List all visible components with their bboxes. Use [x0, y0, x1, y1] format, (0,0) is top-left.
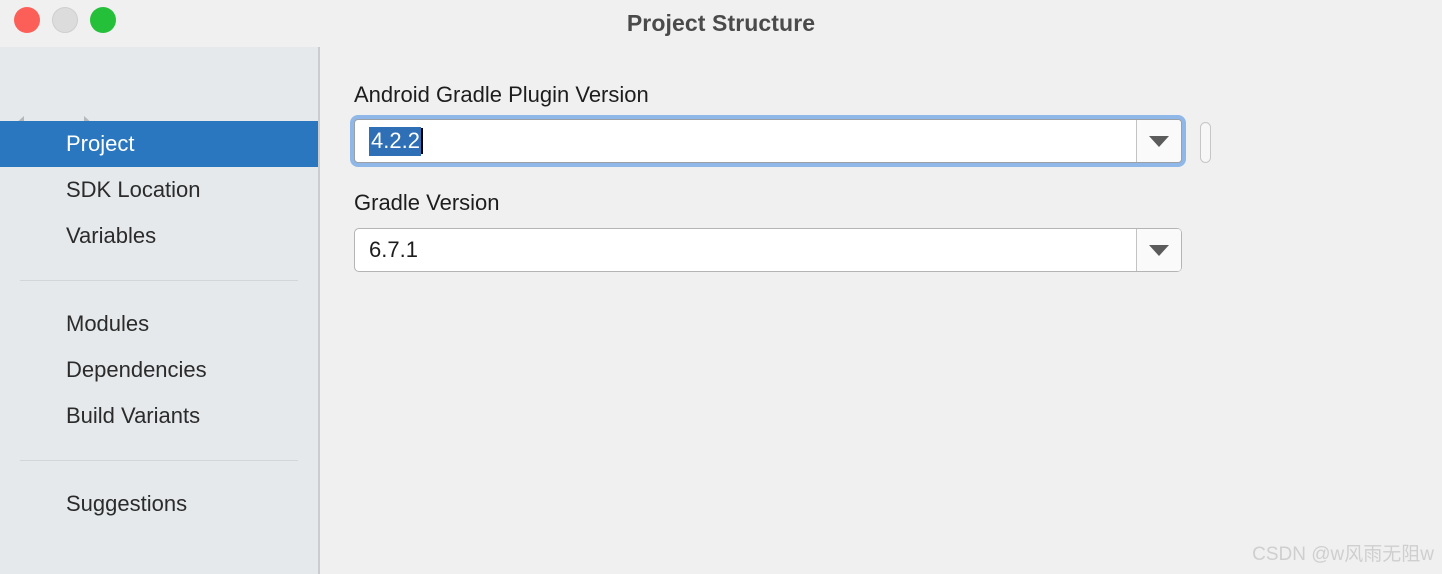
sidebar-item-label: Modules — [66, 311, 150, 336]
watermark-text: CSDN @w风雨无阻w — [1252, 544, 1434, 565]
sidebar-item-label: Project — [66, 131, 135, 156]
gradle-version-label: Gradle Version — [354, 190, 500, 215]
sidebar-item-label: SDK Location — [66, 177, 201, 202]
sidebar-item-label: Build Variants — [66, 403, 201, 428]
vertical-scrollbar[interactable] — [1200, 122, 1211, 163]
sidebar-item-suggestions[interactable]: Suggestions — [0, 481, 318, 527]
chevron-down-icon — [1149, 135, 1169, 147]
sidebar-item-label: Variables — [66, 223, 157, 248]
gradle-version-input[interactable]: 6.7.1 — [355, 229, 1136, 271]
selected-text: 4.2.2 — [369, 126, 421, 156]
gradle-version-dropdown-button[interactable] — [1136, 229, 1181, 271]
sidebar: Project SDK Location Variables Modules D… — [0, 47, 320, 574]
sidebar-item-project[interactable]: Project — [0, 121, 318, 167]
android-gradle-plugin-version-combobox[interactable]: 4.2.2 — [354, 119, 1182, 163]
android-gradle-plugin-version-input[interactable]: 4.2.2 — [355, 120, 1136, 162]
gradle-version-combobox[interactable]: 6.7.1 — [354, 228, 1182, 272]
navigation-toolbar — [0, 47, 318, 132]
sidebar-item-sdk-location[interactable]: SDK Location — [0, 167, 318, 213]
chevron-down-icon — [1149, 244, 1169, 256]
sidebar-divider — [20, 280, 298, 281]
android-gradle-plugin-version-label: Android Gradle Plugin Version — [354, 82, 649, 107]
android-gradle-plugin-version-dropdown-button[interactable] — [1136, 120, 1181, 162]
main-content: Android Gradle Plugin Version 4.2.2 Grad… — [322, 47, 1442, 574]
sidebar-item-build-variants[interactable]: Build Variants — [0, 393, 318, 439]
project-structure-window: Project Structure Project SDK Location V… — [0, 0, 1442, 574]
sidebar-item-variables[interactable]: Variables — [0, 213, 318, 259]
sidebar-item-modules[interactable]: Modules — [0, 301, 318, 347]
page-title: Project Structure — [626, 10, 816, 36]
sidebar-item-label: Suggestions — [66, 491, 188, 516]
sidebar-menu: Project SDK Location Variables Modules D… — [0, 115, 318, 527]
sidebar-item-dependencies[interactable]: Dependencies — [0, 347, 318, 393]
sidebar-divider — [20, 460, 298, 461]
sidebar-item-label: Dependencies — [66, 357, 207, 382]
window-titlebar: Project Structure — [0, 0, 1442, 47]
text-caret — [420, 128, 423, 154]
